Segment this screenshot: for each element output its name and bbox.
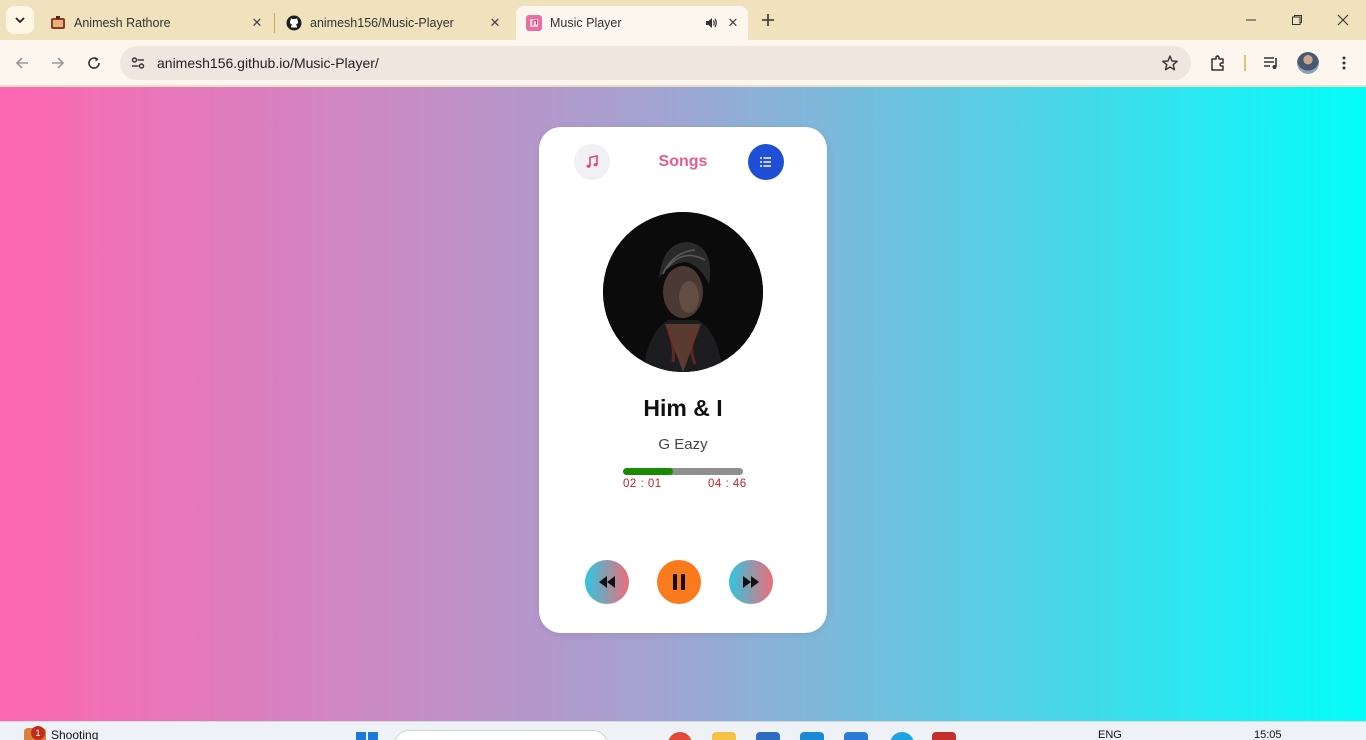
previous-button[interactable] bbox=[585, 560, 629, 604]
tab-title: Animesh Rathore bbox=[74, 16, 171, 30]
clock[interactable]: 15:05 bbox=[1254, 729, 1282, 740]
gmail-icon[interactable] bbox=[932, 732, 956, 740]
site-info-icon[interactable] bbox=[126, 51, 150, 75]
address-url: animesh156.github.io/Music-Player/ bbox=[157, 55, 379, 71]
plus-icon bbox=[762, 14, 774, 26]
rewind-icon bbox=[599, 576, 615, 588]
browser-toolbar: animesh156.github.io/Music-Player/ bbox=[0, 40, 1366, 86]
profile-avatar[interactable] bbox=[1297, 52, 1319, 74]
progress-fill bbox=[623, 468, 674, 475]
tab-github-repo[interactable]: animesh156/Music-Player ✕ bbox=[276, 6, 510, 40]
speaker-icon[interactable] bbox=[702, 14, 720, 32]
pause-button[interactable] bbox=[657, 560, 701, 604]
reload-icon bbox=[88, 57, 100, 69]
arrow-right-icon bbox=[52, 57, 65, 69]
github-icon bbox=[286, 15, 302, 31]
music-favicon-icon bbox=[526, 15, 542, 31]
new-tab-button[interactable] bbox=[758, 10, 778, 30]
album-art-image bbox=[603, 212, 763, 372]
notification-badge: 1 bbox=[31, 726, 45, 740]
os-taskbar: 1 Shooting ENG 15:05 bbox=[0, 721, 1366, 740]
tab-close-icon[interactable]: ✕ bbox=[248, 14, 266, 32]
reload-button[interactable] bbox=[80, 49, 108, 77]
minimize-icon bbox=[1246, 19, 1256, 21]
tab-strip: Animesh Rathore ✕ animesh156/Music-Playe… bbox=[0, 0, 1366, 40]
store-icon[interactable] bbox=[756, 732, 780, 740]
tab-music-player[interactable]: Music Player ✕ bbox=[516, 6, 748, 40]
album-art bbox=[603, 212, 763, 372]
vscode-icon[interactable] bbox=[844, 732, 868, 740]
list-icon bbox=[760, 157, 771, 167]
arrow-left-icon bbox=[15, 57, 28, 69]
restore-icon bbox=[1292, 15, 1302, 25]
current-time: 02 : 01 bbox=[623, 478, 662, 490]
chrome-taskbar-icon[interactable] bbox=[668, 732, 692, 740]
bookmark-star-icon[interactable] bbox=[1161, 54, 1179, 77]
windows-start-icon[interactable] bbox=[356, 732, 378, 740]
taskbar-search-box[interactable] bbox=[394, 730, 608, 740]
file-explorer-icon[interactable] bbox=[712, 732, 736, 740]
artist-name: G Eazy bbox=[658, 436, 708, 453]
close-window-button[interactable] bbox=[1320, 0, 1366, 40]
media-controls-button[interactable] bbox=[1259, 51, 1283, 75]
minimize-button[interactable] bbox=[1228, 0, 1274, 40]
media-queue-icon bbox=[1264, 57, 1277, 69]
tab-close-icon[interactable]: ✕ bbox=[486, 14, 504, 32]
total-time: 04 : 46 bbox=[708, 478, 747, 490]
app-icon[interactable] bbox=[800, 732, 824, 740]
chevron-down-icon bbox=[15, 17, 25, 24]
pause-icon bbox=[673, 574, 685, 590]
weather-widget-label[interactable]: Shooting bbox=[51, 728, 98, 740]
tab-search-button[interactable] bbox=[6, 6, 34, 34]
fast-forward-icon bbox=[743, 576, 759, 588]
puzzle-icon bbox=[1211, 55, 1224, 71]
more-vertical-icon bbox=[1342, 56, 1346, 70]
tab-close-icon[interactable]: ✕ bbox=[724, 14, 742, 32]
tab-title: Music Player bbox=[550, 16, 622, 30]
forward-button[interactable] bbox=[44, 49, 72, 77]
playlist-button[interactable] bbox=[748, 144, 784, 180]
toolbar-divider bbox=[1244, 55, 1246, 71]
address-bar[interactable]: animesh156.github.io/Music-Player/ bbox=[120, 46, 1191, 80]
tab-separator bbox=[274, 13, 275, 33]
tab-animesh-rathore[interactable]: Animesh Rathore ✕ bbox=[40, 6, 272, 40]
page-viewport: Songs Him & I G Eazy 02: 01 04: 46 bbox=[0, 87, 1366, 721]
music-player-card: Songs Him & I G Eazy 02: 01 04: 46 bbox=[539, 127, 827, 633]
progress-bar[interactable] bbox=[623, 468, 743, 475]
back-button[interactable] bbox=[8, 49, 36, 77]
next-button[interactable] bbox=[729, 560, 773, 604]
extensions-button[interactable] bbox=[1206, 51, 1230, 75]
restore-button[interactable] bbox=[1274, 0, 1320, 40]
song-title: Him & I bbox=[643, 395, 723, 421]
tab-title: animesh156/Music-Player bbox=[310, 16, 454, 30]
language-indicator[interactable]: ENG bbox=[1098, 729, 1122, 740]
edge-icon[interactable] bbox=[890, 732, 914, 740]
portfolio-favicon-icon bbox=[50, 15, 66, 31]
browser-menu-button[interactable] bbox=[1332, 51, 1356, 75]
close-icon bbox=[1337, 14, 1349, 26]
